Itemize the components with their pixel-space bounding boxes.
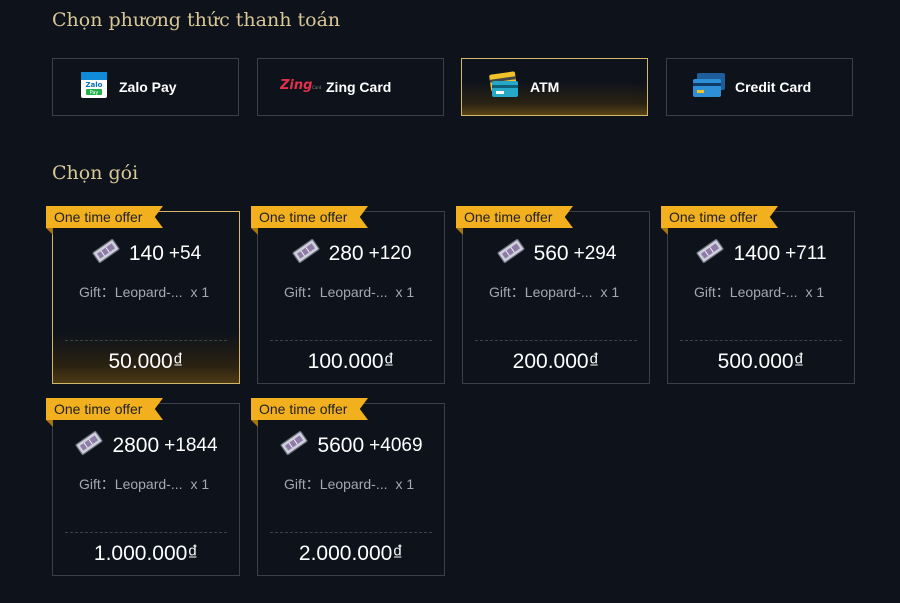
gift-label: Gift：Leopard-... bbox=[79, 284, 183, 300]
payment-method-label: Zalo Pay bbox=[119, 79, 177, 95]
gift-line: Gift：Leopard-... x 1 bbox=[694, 282, 824, 302]
ticket-icon bbox=[74, 428, 104, 463]
badge-fold bbox=[46, 228, 53, 235]
gift-line: Gift：Leopard-... x 1 bbox=[284, 282, 414, 302]
divider bbox=[65, 532, 227, 533]
one-time-offer-badge: One time offer bbox=[456, 206, 573, 228]
diamond-amount: 280 +120 bbox=[258, 236, 444, 271]
bonus-amount: +4069 bbox=[369, 434, 423, 456]
gift-label: Gift：Leopard-... bbox=[489, 284, 593, 300]
divider bbox=[475, 340, 637, 341]
zalopay-icon: Zalo Pay bbox=[81, 71, 107, 103]
payment-methods: Zalo Pay Zalo Pay Zing Card Zing Card AT… bbox=[52, 58, 855, 118]
svg-text:Card: Card bbox=[312, 85, 322, 90]
one-time-offer-badge: One time offer bbox=[46, 398, 163, 420]
ticket-icon bbox=[91, 236, 121, 271]
diamond-amount: 2800 +1844 bbox=[53, 428, 239, 463]
base-amount: 1400 bbox=[733, 241, 781, 265]
package-card[interactable]: One time offer 140 +54 Gift：Leopard-... x… bbox=[46, 206, 240, 384]
one-time-offer-badge: One time offer bbox=[251, 398, 368, 420]
one-time-offer-badge: One time offer bbox=[661, 206, 778, 228]
badge-fold bbox=[46, 420, 53, 427]
gift-quantity: x 1 bbox=[190, 284, 210, 300]
payment-method-title: Chọn phương thức thanh toán bbox=[52, 9, 341, 31]
badge-fold bbox=[456, 228, 463, 235]
diamond-amount: 140 +54 bbox=[53, 236, 239, 271]
svg-text:Pay: Pay bbox=[90, 90, 99, 96]
diamond-amount: 5600 +4069 bbox=[258, 428, 444, 463]
ticket-icon bbox=[279, 428, 309, 463]
package-card[interactable]: One time offer 5600 +4069 Gift：Leopard-.… bbox=[251, 398, 445, 576]
payment-method-label: Zing Card bbox=[326, 79, 392, 95]
badge-fold bbox=[251, 228, 258, 235]
base-amount: 280 bbox=[328, 241, 364, 265]
divider bbox=[680, 340, 842, 341]
gift-quantity: x 1 bbox=[600, 284, 620, 300]
payment-method-zalopay[interactable]: Zalo Pay Zalo Pay bbox=[52, 58, 239, 116]
gift-quantity: x 1 bbox=[395, 476, 415, 492]
payment-method-label: ATM bbox=[530, 79, 560, 95]
gift-quantity: x 1 bbox=[395, 284, 415, 300]
gift-quantity: x 1 bbox=[805, 284, 825, 300]
package-title: Chọn gói bbox=[52, 162, 139, 184]
package-price: 100.000₫ bbox=[307, 350, 395, 373]
payment-method-zingcard[interactable]: Zing Card Zing Card bbox=[257, 58, 444, 116]
package-price: 2.000.000₫ bbox=[298, 542, 404, 565]
base-amount: 5600 bbox=[317, 433, 365, 457]
package-card[interactable]: One time offer 2800 +1844 Gift：Leopard-.… bbox=[46, 398, 240, 576]
badge-fold bbox=[251, 420, 258, 427]
package-card[interactable]: One time offer 1400 +711 Gift：Leopard-..… bbox=[661, 206, 855, 384]
base-amount: 2800 bbox=[112, 433, 160, 457]
gift-line: Gift：Leopard-... x 1 bbox=[489, 282, 619, 302]
payment-method-creditcard[interactable]: Credit Card bbox=[666, 58, 853, 116]
atm-card-icon bbox=[488, 71, 520, 104]
gift-line: Gift：Leopard-... x 1 bbox=[79, 474, 209, 494]
gift-label: Gift：Leopard-... bbox=[284, 284, 388, 300]
package-price: 200.000₫ bbox=[512, 350, 600, 373]
package-price: 50.000₫ bbox=[108, 350, 184, 373]
gift-label: Gift：Leopard-... bbox=[79, 476, 183, 492]
package-price: 500.000₫ bbox=[717, 350, 805, 373]
bonus-amount: +294 bbox=[573, 242, 617, 264]
one-time-offer-badge: One time offer bbox=[251, 206, 368, 228]
package-card[interactable]: One time offer 280 +120 Gift：Leopard-...… bbox=[251, 206, 445, 384]
bonus-amount: +54 bbox=[168, 242, 202, 264]
bonus-amount: +120 bbox=[368, 242, 412, 264]
divider bbox=[270, 532, 432, 533]
gift-line: Gift：Leopard-... x 1 bbox=[79, 282, 209, 302]
one-time-offer-badge: One time offer bbox=[46, 206, 163, 228]
base-amount: 560 bbox=[533, 241, 569, 265]
payment-method-label: Credit Card bbox=[735, 79, 812, 95]
diamond-amount: 560 +294 bbox=[463, 236, 649, 271]
gift-label: Gift：Leopard-... bbox=[284, 476, 388, 492]
gift-line: Gift：Leopard-... x 1 bbox=[284, 474, 414, 494]
divider bbox=[65, 340, 227, 341]
badge-fold bbox=[661, 228, 668, 235]
credit-card-icon bbox=[691, 71, 727, 104]
gift-label: Gift：Leopard-... bbox=[694, 284, 798, 300]
payment-method-atm[interactable]: ATM bbox=[461, 58, 648, 116]
zingcard-icon: Zing Card bbox=[279, 76, 322, 99]
ticket-icon bbox=[291, 236, 321, 271]
package-price: 1.000.000₫ bbox=[93, 542, 199, 565]
svg-text:Zing: Zing bbox=[280, 78, 312, 93]
base-amount: 140 bbox=[128, 241, 164, 265]
ticket-icon bbox=[496, 236, 526, 271]
svg-text:Zalo: Zalo bbox=[85, 81, 102, 89]
diamond-amount: 1400 +711 bbox=[668, 236, 854, 271]
gift-quantity: x 1 bbox=[190, 476, 210, 492]
bonus-amount: +1844 bbox=[164, 434, 218, 456]
package-card[interactable]: One time offer 560 +294 Gift：Leopard-...… bbox=[456, 206, 650, 384]
ticket-icon bbox=[695, 236, 725, 271]
bonus-amount: +711 bbox=[785, 242, 827, 264]
divider bbox=[270, 340, 432, 341]
